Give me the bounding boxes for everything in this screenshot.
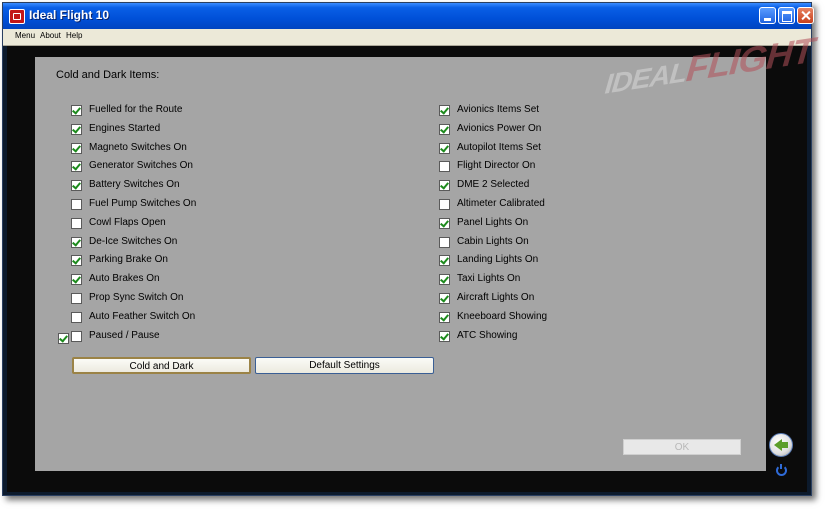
checkbox-label: Prop Sync Switch On [89,292,184,303]
checkbox[interactable] [439,161,450,173]
checkbox[interactable] [439,330,450,342]
checkbox-label: Engines Started [89,122,161,134]
checkbox[interactable] [71,236,82,248]
checkbox[interactable] [71,180,82,192]
checkbox-label: Taxi Lights On [457,273,521,285]
checkbox[interactable] [439,217,450,229]
checkbox[interactable] [439,123,450,135]
checkbox[interactable] [439,311,450,323]
checkbox-label: Magneto Switches On [89,141,187,153]
menu-item-menu[interactable]: Menu [15,31,35,40]
checkbox[interactable] [71,311,82,323]
close-button[interactable] [797,7,814,24]
cold-and-dark-button[interactable]: Cold and Dark [72,357,251,374]
checkbox[interactable] [71,255,82,267]
checkbox[interactable] [71,330,82,342]
checkbox[interactable] [439,199,450,210]
checkbox-label: Autopilot Items Set [457,141,541,153]
title-bar[interactable]: Ideal Flight 10 [3,3,814,29]
app-icon [9,9,25,24]
default-settings-button[interactable]: Default Settings [255,357,434,374]
checkbox-label: Flight Director On [457,160,536,172]
checkbox-label: De-Ice Switches On [89,235,178,247]
checkbox-label: Auto Brakes On [89,273,160,285]
minimize-button[interactable] [759,7,776,24]
checkbox-label: Avionics Items Set [457,104,540,115]
back-button[interactable] [769,433,793,457]
checkbox[interactable] [71,142,82,154]
checkbox[interactable] [439,274,450,286]
checkbox[interactable] [71,105,82,116]
ok-button[interactable]: OK [623,439,741,455]
checkbox[interactable] [71,161,82,173]
menu-item-about[interactable]: About [40,31,61,40]
maximize-button[interactable] [778,7,795,24]
checkbox-label: Landing Lights On [457,254,539,266]
checkbox[interactable] [71,274,82,286]
checkbox-label: Parking Brake On [89,254,168,266]
checkbox-label: Kneeboard Showing [457,310,548,322]
paused-extra-checkbox[interactable] [58,333,69,344]
checkbox-label: Battery Switches On [89,179,180,191]
checkbox[interactable] [439,293,450,304]
checkbox-label: ATC Showing [457,329,518,341]
checkbox-label: Altimeter Calibrated [457,198,545,209]
checkbox-label: Aircraft Lights On [457,292,535,303]
checkbox[interactable] [71,123,82,135]
window-title: Ideal Flight 10 [29,8,110,22]
menu-item-help[interactable]: Help [66,31,82,40]
checkbox[interactable] [439,142,450,154]
checkbox[interactable] [71,199,82,210]
back-arrow-icon [774,439,788,451]
checkbox-label: Fuel Pump Switches On [89,198,197,209]
section-heading: Cold and Dark Items: [56,69,160,81]
checkbox-label: Cabin Lights On [457,235,529,247]
checkbox[interactable] [439,236,450,248]
checkbox-label: Paused / Pause [89,329,160,341]
checkbox[interactable] [439,255,450,267]
power-icon[interactable] [776,464,787,476]
checkbox-label: Generator Switches On [89,160,193,172]
menu-bar: Menu About Help [3,29,811,46]
checkbox-label: Auto Feather Switch On [89,310,196,322]
checkbox[interactable] [439,180,450,192]
checkbox[interactable] [439,105,450,116]
checkbox[interactable] [71,293,82,304]
checkbox-label: Cowl Flaps Open [89,216,166,228]
checkbox-label: DME 2 Selected [457,179,530,191]
checkbox-label: Panel Lights On [457,216,529,228]
checkbox-label: Fuelled for the Route [89,104,183,115]
checkbox[interactable] [71,217,82,229]
checkbox-label: Avionics Power On [457,122,542,134]
